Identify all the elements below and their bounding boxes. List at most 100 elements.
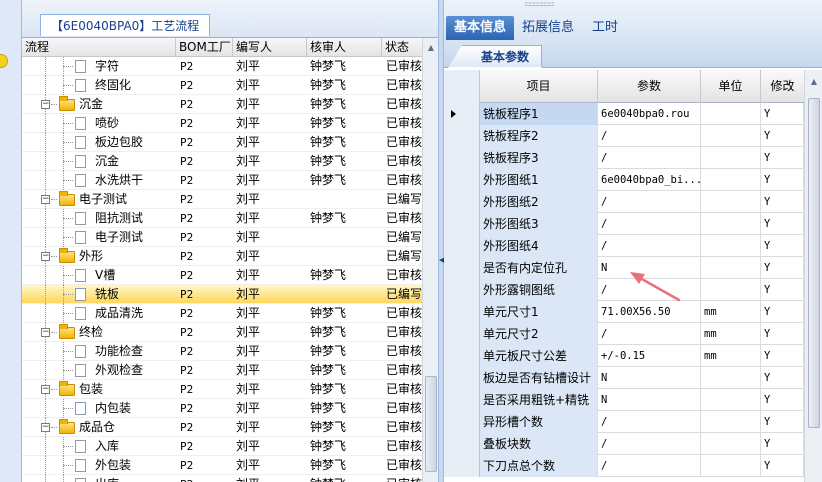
param-value-cell[interactable]: / xyxy=(598,147,701,169)
row-indicator[interactable] xyxy=(444,345,480,367)
param-unit-cell[interactable] xyxy=(701,191,761,213)
param-value-cell[interactable]: N xyxy=(598,257,701,279)
param-value-cell[interactable]: / xyxy=(598,125,701,147)
param-modify-cell[interactable]: Y xyxy=(761,389,804,411)
param-modify-cell[interactable]: Y xyxy=(761,279,804,301)
param-modify-cell[interactable]: Y xyxy=(761,323,804,345)
param-unit-cell[interactable] xyxy=(701,213,761,235)
collapse-toggle-icon[interactable]: − xyxy=(41,423,50,432)
tree-row[interactable]: V槽 P2 刘平 钟梦飞 已审核 xyxy=(22,266,422,285)
param-modify-cell[interactable]: Y xyxy=(761,169,804,191)
param-value-cell[interactable]: 71.00X56.50 xyxy=(598,301,701,323)
params-row[interactable]: 外形图纸1 6e0040bpa0_bi... Y xyxy=(444,169,804,191)
tab-work-hours[interactable]: 工时 xyxy=(584,16,626,40)
params-row[interactable]: 单元板尺寸公差 +/-0.15 mm Y xyxy=(444,345,804,367)
row-indicator[interactable] xyxy=(444,367,480,389)
param-value-cell[interactable]: / xyxy=(598,455,701,477)
tree-row[interactable]: − 包装 P2 刘平 钟梦飞 已审核 xyxy=(22,380,422,399)
row-indicator[interactable] xyxy=(444,169,480,191)
param-unit-cell[interactable] xyxy=(701,257,761,279)
tree-row[interactable]: 终固化 P2 刘平 钟梦飞 已审核 xyxy=(22,76,422,95)
left-vertical-scrollbar[interactable]: ▲ xyxy=(422,38,438,482)
param-modify-cell[interactable]: Y xyxy=(761,147,804,169)
tree-row[interactable]: 字符 P2 刘平 钟梦飞 已审核 xyxy=(22,57,422,76)
params-row[interactable]: 外形图纸4/ Y xyxy=(444,235,804,257)
param-value-cell[interactable]: / xyxy=(598,411,701,433)
tree-row[interactable]: 功能检查 P2 刘平 钟梦飞 已审核 xyxy=(22,342,422,361)
collapse-toggle-icon[interactable]: − xyxy=(41,195,50,204)
tree-row[interactable]: − 外形 P2 刘平 已编写 xyxy=(22,247,422,266)
param-modify-cell[interactable]: Y xyxy=(761,191,804,213)
tree-row[interactable]: − 电子测试 P2 刘平 已编写 xyxy=(22,190,422,209)
param-unit-cell[interactable] xyxy=(701,103,761,125)
params-row[interactable]: 下刀点总个数 / Y xyxy=(444,455,804,477)
column-header-flow[interactable]: 流程 xyxy=(22,38,176,57)
row-indicator[interactable] xyxy=(444,257,480,279)
param-unit-cell[interactable] xyxy=(701,147,761,169)
tree-row[interactable]: 入库 P2 刘平 钟梦飞 已审核 xyxy=(22,437,422,456)
row-indicator[interactable] xyxy=(444,191,480,213)
params-row[interactable]: 铣板程序2/ Y xyxy=(444,125,804,147)
column-header-writer[interactable]: 编写人 xyxy=(233,38,307,57)
params-row[interactable]: 外形图纸3/ Y xyxy=(444,213,804,235)
param-unit-cell[interactable]: mm xyxy=(701,323,761,345)
right-vertical-scrollbar[interactable]: ▲ xyxy=(804,70,822,482)
tab-basic-params[interactable]: 基本参数 xyxy=(448,45,543,68)
row-indicator[interactable] xyxy=(444,235,480,257)
tree-row[interactable]: 沉金 P2 刘平 钟梦飞 已审核 xyxy=(22,152,422,171)
param-unit-cell[interactable] xyxy=(701,125,761,147)
param-unit-cell[interactable] xyxy=(701,235,761,257)
param-value-cell[interactable]: / xyxy=(598,235,701,257)
collapse-toggle-icon[interactable]: − xyxy=(41,328,50,337)
collapse-toggle-icon[interactable]: − xyxy=(41,252,50,261)
tree-row[interactable]: 水洗烘干 P2 刘平 钟梦飞 已审核 xyxy=(22,171,422,190)
param-value-cell[interactable]: / xyxy=(598,213,701,235)
params-row[interactable]: 单元尺寸2/mm Y xyxy=(444,323,804,345)
param-value-cell[interactable]: / xyxy=(598,279,701,301)
tab-extended-info[interactable]: 拓展信息 xyxy=(514,16,582,40)
param-modify-cell[interactable]: Y xyxy=(761,125,804,147)
collapse-toggle-icon[interactable]: − xyxy=(41,100,50,109)
tree-row[interactable]: 喷砂 P2 刘平 钟梦飞 已审核 xyxy=(22,114,422,133)
param-modify-cell[interactable]: Y xyxy=(761,257,804,279)
tree-row[interactable]: 电子测试 P2 刘平 已编写 xyxy=(22,228,422,247)
row-indicator[interactable] xyxy=(444,213,480,235)
param-modify-cell[interactable]: Y xyxy=(761,411,804,433)
param-unit-cell[interactable]: mm xyxy=(701,345,761,367)
row-indicator[interactable] xyxy=(444,279,480,301)
column-header-modify[interactable]: 修改 xyxy=(761,70,804,103)
param-value-cell[interactable]: 6e0040bpa0.rou xyxy=(598,103,701,125)
params-row[interactable]: 异形槽个数 / Y xyxy=(444,411,804,433)
params-row[interactable]: 是否采用粗铣+精铣 N Y xyxy=(444,389,804,411)
row-indicator[interactable] xyxy=(444,455,480,477)
column-header-param[interactable]: 参数 xyxy=(598,70,701,103)
row-indicator[interactable] xyxy=(444,389,480,411)
tree-row[interactable]: − 沉金 P2 刘平 钟梦飞 已审核 xyxy=(22,95,422,114)
column-header-unit[interactable]: 单位 xyxy=(701,70,761,103)
tree-row[interactable]: 外观检查 P2 刘平 钟梦飞 已审核 xyxy=(22,361,422,380)
param-unit-cell[interactable] xyxy=(701,367,761,389)
param-modify-cell[interactable]: Y xyxy=(761,213,804,235)
collapse-toggle-icon[interactable]: − xyxy=(41,385,50,394)
collapse-left-icon[interactable]: ◀ xyxy=(439,256,444,266)
tree-row[interactable]: 板边包胶 P2 刘平 钟梦飞 已审核 xyxy=(22,133,422,152)
params-row[interactable]: 叠板块数 / Y xyxy=(444,433,804,455)
row-indicator[interactable] xyxy=(444,147,480,169)
scroll-up-icon[interactable]: ▲ xyxy=(807,74,821,90)
param-unit-cell[interactable] xyxy=(701,169,761,191)
left-scroll-thumb[interactable] xyxy=(425,376,437,472)
params-row[interactable]: 单元尺寸1 71.00X56.50 mm Y xyxy=(444,301,804,323)
row-indicator[interactable] xyxy=(444,411,480,433)
param-modify-cell[interactable]: Y xyxy=(761,455,804,477)
tree-row[interactable]: 外包装 P2 刘平 钟梦飞 已审核 xyxy=(22,456,422,475)
param-value-cell[interactable]: / xyxy=(598,433,701,455)
param-unit-cell[interactable] xyxy=(701,455,761,477)
column-header-item[interactable]: 项目 xyxy=(480,70,598,103)
row-indicator[interactable] xyxy=(444,125,480,147)
scroll-up-icon[interactable]: ▲ xyxy=(424,40,438,56)
params-row[interactable]: 板边是否有钻槽设计 N Y xyxy=(444,367,804,389)
param-value-cell[interactable]: +/-0.15 xyxy=(598,345,701,367)
tree-row[interactable]: 出库 P2 刘平钟梦飞已审核 xyxy=(22,475,422,482)
tree-row[interactable]: 成品清洗 P2 刘平 钟梦飞 已审核 xyxy=(22,304,422,323)
param-unit-cell[interactable]: mm xyxy=(701,301,761,323)
